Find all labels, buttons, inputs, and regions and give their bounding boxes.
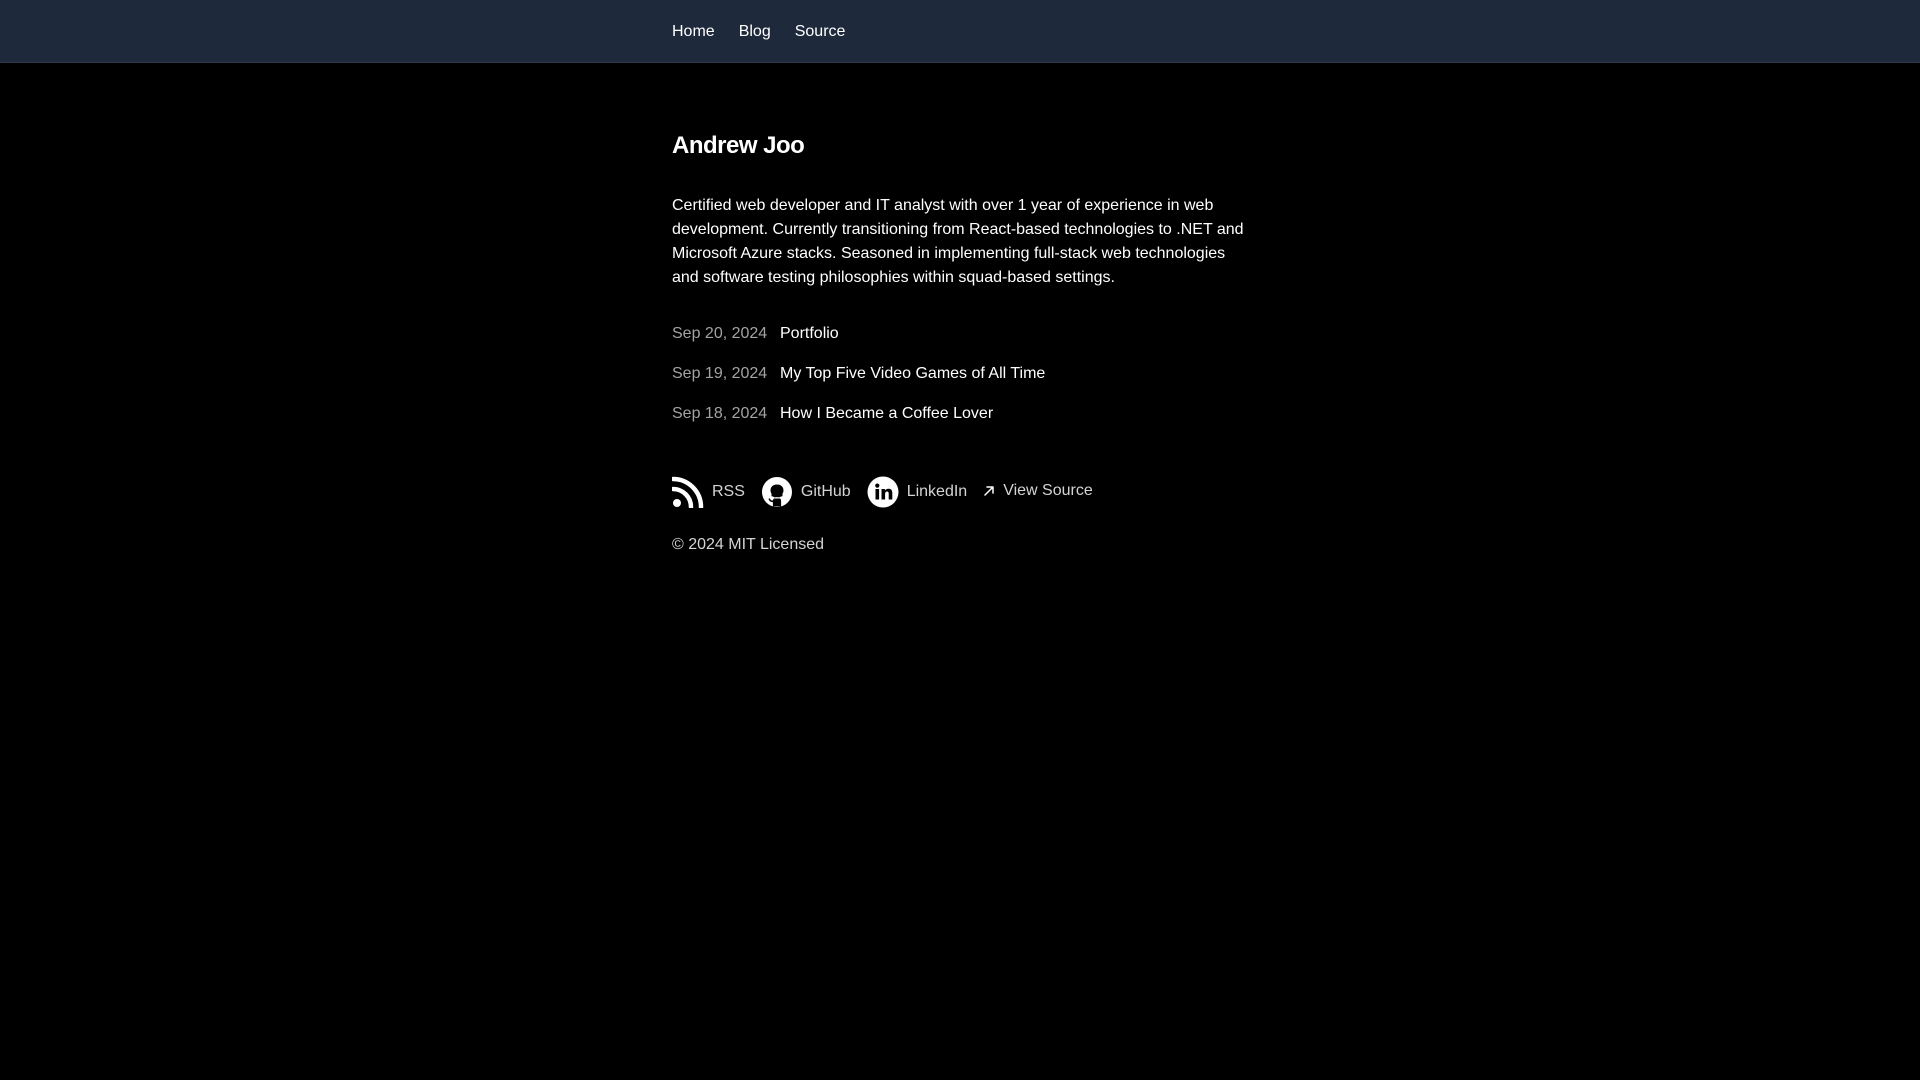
view-source-link-label: View Source [1003,481,1093,499]
rss-link[interactable]: RSS [672,476,745,508]
post-link-portfolio[interactable]: Portfolio [780,325,839,343]
arrow-up-right-icon [983,485,995,497]
post-list-item: Sep 20, 2024 Portfolio [672,322,1252,346]
post-list: Sep 20, 2024 Portfolio Sep 19, 2024 My T… [672,322,1252,426]
view-source-link[interactable]: View Source [983,482,1093,500]
github-icon [761,476,793,508]
profile-name: Andrew Joo [672,132,805,159]
post-date: Sep 19, 2024 [672,365,768,382]
profile-bio: Certified web developer and IT analyst w… [672,197,1244,286]
github-link[interactable]: GitHub [761,476,851,508]
footer-links: RSS GitHub LinkedIn View Source [672,474,1252,510]
post-list-item: Sep 19, 2024 My Top Five Video Games of … [672,362,1252,386]
post-date: Sep 20, 2024 [672,325,768,342]
linkedin-icon [867,476,899,508]
main-nav: Home Blog Source [672,0,845,63]
post-link-coffee-lover[interactable]: How I Became a Coffee Lover [780,405,993,423]
main-content: Andrew Joo Certified web developer and I… [672,126,1252,554]
nav-source-link[interactable]: Source [795,23,846,41]
linkedin-link[interactable]: LinkedIn [867,476,968,508]
post-list-item: Sep 18, 2024 How I Became a Coffee Lover [672,402,1252,426]
rss-icon [672,476,704,508]
linkedin-link-label: LinkedIn [906,483,968,500]
nav-home-link[interactable]: Home [672,23,715,41]
copyright-notice: © 2024 MIT Licensed [672,536,825,553]
post-date: Sep 18, 2024 [672,405,768,422]
top-navigation-bar: Home Blog Source [0,0,1920,63]
post-link-video-games[interactable]: My Top Five Video Games of All Time [780,365,1045,383]
nav-blog-link[interactable]: Blog [739,23,771,41]
rss-link-label: RSS [712,483,745,500]
github-link-label: GitHub [800,483,851,500]
